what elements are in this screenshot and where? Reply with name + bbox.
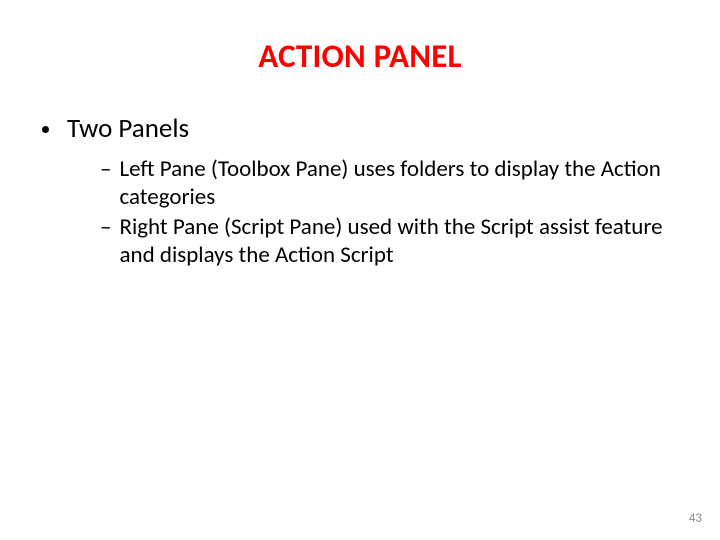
bullet-level1: Two Panels xyxy=(42,112,680,145)
bullet-level2: – Right Pane (Script Pane) used with the… xyxy=(100,213,670,269)
bullet-level2-text: Right Pane (Script Pane) used with the S… xyxy=(119,213,670,269)
bullet-level2-text: Left Pane (Toolbox Pane) uses folders to… xyxy=(119,155,670,211)
bullet-level1-text: Two Panels xyxy=(67,112,189,145)
slide-title: ACTION PANEL xyxy=(40,36,680,76)
bullet-dot-icon xyxy=(42,126,49,133)
dash-icon: – xyxy=(100,155,111,183)
dash-icon: – xyxy=(100,213,111,241)
sub-bullet-list: – Left Pane (Toolbox Pane) uses folders … xyxy=(100,155,670,269)
slide: ACTION PANEL Two Panels – Left Pane (Too… xyxy=(0,0,720,540)
bullet-level2: – Left Pane (Toolbox Pane) uses folders … xyxy=(100,155,670,211)
page-number: 43 xyxy=(689,511,702,526)
